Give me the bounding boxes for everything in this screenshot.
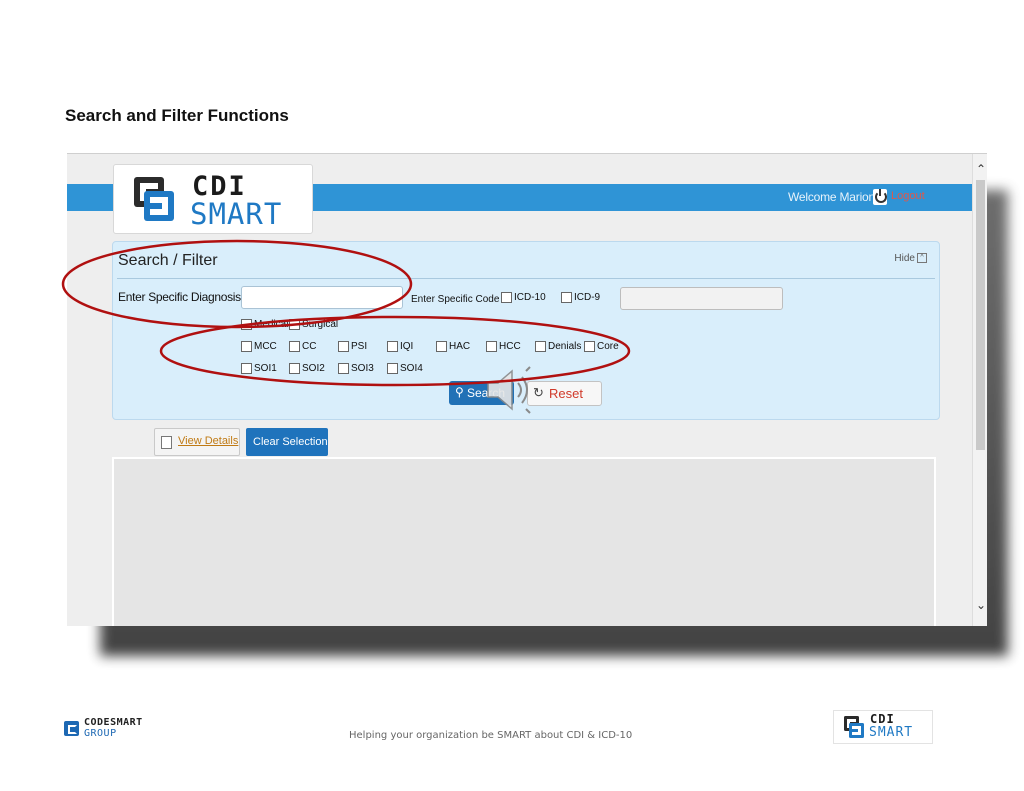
hide-toggle[interactable]: Hide ^ [894,253,927,264]
code-label-text: Enter Specific Code [411,294,500,305]
results-grid [112,457,936,626]
checkbox-icd9[interactable]: ICD-9 [561,292,600,303]
collapse-icon: ^ [917,253,927,264]
code-input[interactable] [620,287,783,310]
checkbox-hcc[interactable]: HCC [486,341,521,352]
scroll-up-icon[interactable]: ⌃ [976,162,986,176]
logo-mark-icon [134,177,174,221]
hide-label: Hide [894,253,915,264]
vertical-scrollbar[interactable]: ⌃ ⌄ [972,154,987,626]
welcome-text: Welcome Marion [787,190,875,204]
checkbox-core[interactable]: Core [584,341,619,352]
logout-link[interactable]: Logout [891,190,925,202]
checkbox-soi4[interactable]: SOI4 [387,363,423,374]
footer-logo-left-line2: GROUP [84,728,117,739]
panel-divider [117,278,935,279]
footer-logo-mark-icon [844,716,864,738]
footer-logo-right-line2: SMART [869,725,914,740]
reset-button-label: Reset [549,386,583,401]
logo-text-smart: SMART [190,197,283,231]
footer-logo-right-line1: CDI [870,712,895,726]
checkbox-cc[interactable]: CC [289,341,316,352]
clear-selection-label: Clear Selection [253,436,328,448]
checkbox-icd10[interactable]: ICD-10 [501,292,546,303]
diagnosis-label: Enter Specific Diagnosis [118,290,241,304]
power-icon[interactable] [873,189,887,205]
checkbox-iqi[interactable]: IQI [387,341,413,352]
document-icon [161,436,172,449]
codesmart-logo-icon [64,721,79,736]
scroll-down-icon[interactable]: ⌄ [976,598,986,612]
checkbox-psi[interactable]: PSI [338,341,367,352]
search-icon: ⚲ [455,385,464,399]
clear-selection-button[interactable]: Clear Selection [246,428,328,456]
checkbox-soi1[interactable]: SOI1 [241,363,277,374]
footer-logo-left-line1: CODESMART [84,717,143,728]
checkbox-surgical[interactable]: Surgical [289,319,338,330]
checkbox-hac[interactable]: HAC [436,341,470,352]
footer-tagline: Helping your organization be SMART about… [349,730,633,741]
app-logo: CDI SMART [113,164,313,234]
checkbox-mcc[interactable]: MCC [241,341,277,352]
speaker-icon[interactable] [482,365,542,415]
checkbox-soi2[interactable]: SOI2 [289,363,325,374]
code-label: Enter Specific Code [411,294,499,305]
checkbox-soi3[interactable]: SOI3 [338,363,374,374]
scroll-thumb[interactable] [976,180,985,450]
diagnosis-input[interactable] [241,286,403,309]
panel-title: Search / Filter [118,252,218,269]
view-details-button[interactable]: View Details [154,428,240,456]
checkbox-medical[interactable]: Medical [241,319,288,330]
view-details-label: View Details [178,435,239,447]
cdi-smart-footer-logo: CDI SMART [833,710,933,744]
slide-title: Search and Filter Functions [65,106,289,125]
checkbox-denials[interactable]: Denials [535,341,581,352]
